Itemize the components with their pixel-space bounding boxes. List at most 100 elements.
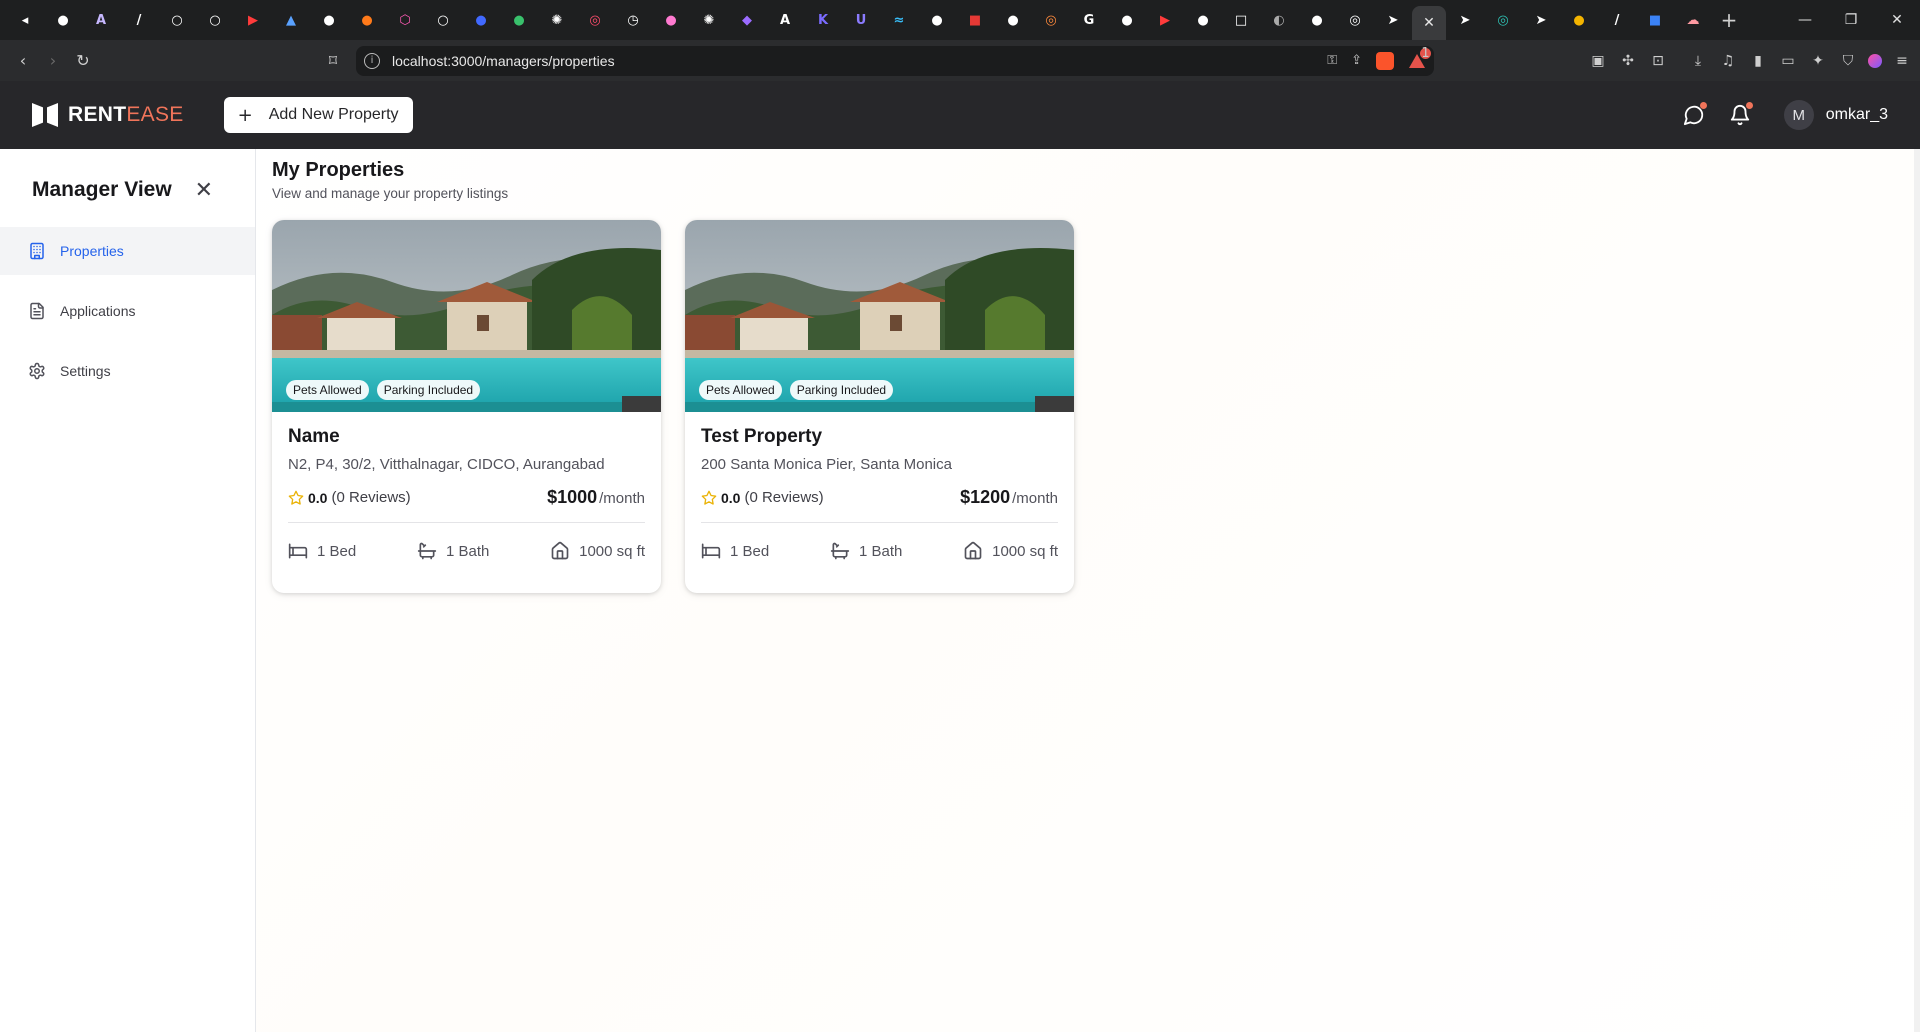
add-property-button[interactable]: + Add New Property bbox=[223, 97, 413, 133]
browser-tab[interactable]: ● bbox=[44, 0, 82, 40]
bookmark-icon[interactable]: ⌑ bbox=[318, 46, 348, 76]
browser-tab[interactable]: / bbox=[1598, 0, 1636, 40]
address-bar[interactable]: i localhost:3000/managers/properties ⚿ ⇪… bbox=[356, 45, 1434, 76]
property-card[interactable]: Pets Allowed Parking Included Test Prope… bbox=[685, 220, 1074, 593]
browser-tab[interactable]: A bbox=[766, 0, 804, 40]
back-icon[interactable]: ‹ bbox=[8, 46, 38, 76]
app-navbar: RENTEASE + Add New Property M omkar_3 bbox=[0, 81, 1920, 149]
property-name[interactable]: Name bbox=[288, 426, 645, 448]
browser-tab[interactable]: ➤ bbox=[1522, 0, 1560, 40]
download-icon[interactable]: ⤓ bbox=[1688, 53, 1708, 69]
browser-tab[interactable]: ■ bbox=[956, 0, 994, 40]
active-tab[interactable]: ✕ bbox=[1412, 6, 1446, 40]
sparkle-icon[interactable]: ✦ bbox=[1808, 53, 1828, 69]
notifications-bell-icon[interactable] bbox=[1728, 102, 1753, 127]
browser-tab[interactable]: ○ bbox=[158, 0, 196, 40]
leo-ai-icon[interactable] bbox=[1868, 53, 1882, 68]
close-window-icon[interactable]: ✕ bbox=[1874, 0, 1920, 40]
screenshot-icon[interactable]: ⊡ bbox=[1648, 53, 1668, 69]
sidebar-toggle-icon[interactable]: ▮ bbox=[1748, 53, 1768, 69]
username[interactable]: omkar_3 bbox=[1826, 106, 1888, 124]
sidebar-item-properties[interactable]: Properties bbox=[0, 227, 255, 275]
forward-icon[interactable]: › bbox=[38, 46, 68, 76]
site-info-icon[interactable]: i bbox=[364, 52, 380, 69]
area-label: 1000 sq ft bbox=[579, 542, 645, 560]
menu-icon[interactable]: ≡ bbox=[1892, 53, 1912, 69]
price-amount: $1000 bbox=[547, 487, 598, 507]
browser-tab[interactable]: ▲ bbox=[272, 0, 310, 40]
browser-tab[interactable]: ◐ bbox=[1260, 0, 1298, 40]
user-menu[interactable]: M omkar_3 bbox=[1783, 100, 1888, 130]
property-price: $1200/month bbox=[960, 487, 1058, 508]
url-text[interactable]: localhost:3000/managers/properties bbox=[392, 53, 615, 69]
browser-tab[interactable]: ● bbox=[348, 0, 386, 40]
browser-tab[interactable]: ✺ bbox=[690, 0, 728, 40]
browser-tab[interactable]: ■ bbox=[1636, 0, 1674, 40]
browser-tab[interactable]: ● bbox=[1560, 0, 1598, 40]
browser-tab[interactable]: ● bbox=[1184, 0, 1222, 40]
browser-tab[interactable]: ☁ bbox=[1674, 0, 1712, 40]
pen-icon: / bbox=[1614, 12, 1620, 28]
reload-icon[interactable]: ↻ bbox=[68, 46, 98, 76]
extensions-icon[interactable]: ✣ bbox=[1618, 53, 1638, 69]
avatar[interactable]: M bbox=[1783, 100, 1814, 130]
share-icon[interactable]: ⇪ bbox=[1351, 53, 1362, 68]
property-features: 1 Bed 1 Bath 1000 sq ft bbox=[288, 541, 645, 561]
property-image[interactable]: Pets Allowed Parking Included bbox=[685, 220, 1074, 412]
browser-tab[interactable]: ⬡ bbox=[386, 0, 424, 40]
brave-shields-icon[interactable] bbox=[1376, 51, 1394, 70]
browser-tab[interactable]: ● bbox=[462, 0, 500, 40]
browser-tab[interactable]: ◎ bbox=[1484, 0, 1522, 40]
password-key-icon[interactable]: ⚿ bbox=[1327, 53, 1337, 68]
wallet-icon[interactable]: ▭ bbox=[1778, 53, 1798, 69]
browser-tab[interactable]: ● bbox=[652, 0, 690, 40]
browser-tab[interactable]: ● bbox=[994, 0, 1032, 40]
browser-tab[interactable]: ▶ bbox=[234, 0, 272, 40]
browser-tab[interactable]: ✺ bbox=[538, 0, 576, 40]
restore-icon[interactable]: ❐ bbox=[1828, 0, 1874, 40]
minimize-icon[interactable]: — bbox=[1782, 0, 1828, 40]
browser-tab[interactable]: / bbox=[120, 0, 158, 40]
browser-tab[interactable]: ● bbox=[500, 0, 538, 40]
browser-tab[interactable]: ◎ bbox=[1032, 0, 1070, 40]
browser-tab[interactable]: ▶ bbox=[1146, 0, 1184, 40]
browser-tab[interactable]: ○ bbox=[196, 0, 234, 40]
property-name[interactable]: Test Property bbox=[701, 426, 1058, 448]
brand-logo[interactable]: RENTEASE bbox=[32, 103, 184, 127]
browser-tab[interactable]: U bbox=[842, 0, 880, 40]
brave-rewards-icon[interactable]: 1 bbox=[1408, 46, 1431, 70]
github-icon: ● bbox=[323, 12, 335, 28]
close-sidebar-icon[interactable]: ✕ bbox=[195, 178, 213, 203]
browser-tab[interactable]: A bbox=[82, 0, 120, 40]
clock-icon: ◷ bbox=[627, 12, 639, 28]
browser-tab[interactable]: ◂ bbox=[6, 0, 44, 40]
browser-tab[interactable]: ◎ bbox=[576, 0, 614, 40]
scrollbar[interactable] bbox=[1914, 149, 1920, 1032]
close-tab-icon[interactable]: ✕ bbox=[1421, 15, 1437, 31]
browser-tab[interactable]: ● bbox=[918, 0, 956, 40]
browser-tab[interactable]: ◷ bbox=[614, 0, 652, 40]
browser-tab[interactable]: ● bbox=[310, 0, 348, 40]
sidebar-item-settings[interactable]: Settings bbox=[0, 347, 255, 395]
messages-icon[interactable] bbox=[1682, 102, 1707, 127]
property-image[interactable]: Pets Allowed Parking Included bbox=[272, 220, 661, 412]
a-icon: A bbox=[779, 12, 791, 28]
image-icon[interactable]: ▣ bbox=[1588, 53, 1608, 69]
browser-tab[interactable]: ➤ bbox=[1374, 0, 1412, 40]
browser-tab[interactable]: ◎ bbox=[1336, 0, 1374, 40]
browser-tab[interactable]: ● bbox=[1108, 0, 1146, 40]
browser-tab[interactable]: ≈ bbox=[880, 0, 918, 40]
media-icon[interactable]: ♫ bbox=[1718, 53, 1738, 69]
browser-tab[interactable]: □ bbox=[1222, 0, 1260, 40]
browser-tab[interactable]: ➤ bbox=[1446, 0, 1484, 40]
property-card[interactable]: Pets Allowed Parking Included Name N2, P… bbox=[272, 220, 661, 593]
browser-tab[interactable]: ○ bbox=[424, 0, 462, 40]
new-tab-button[interactable]: + bbox=[1712, 8, 1746, 32]
sidebar-item-label: Properties bbox=[60, 243, 124, 259]
browser-tab[interactable]: ◆ bbox=[728, 0, 766, 40]
browser-tab[interactable]: G bbox=[1070, 0, 1108, 40]
sidebar-item-applications[interactable]: Applications bbox=[0, 287, 255, 335]
browser-tab[interactable]: K bbox=[804, 0, 842, 40]
vpn-icon[interactable]: ⛉ bbox=[1838, 53, 1858, 69]
browser-tab[interactable]: ● bbox=[1298, 0, 1336, 40]
